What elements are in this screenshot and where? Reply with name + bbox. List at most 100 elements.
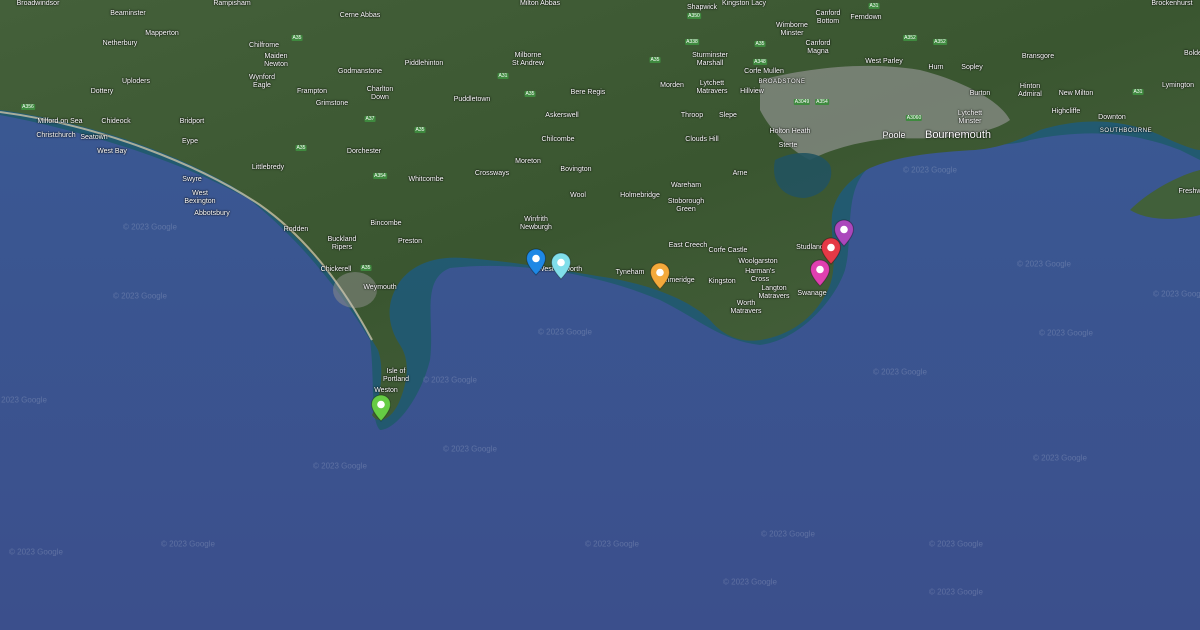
map-watermark: © 2023 Google — [313, 461, 367, 471]
place-label: Abbotsbury — [194, 210, 230, 217]
place-label: Sterte — [778, 142, 798, 149]
place-label: Shapwick — [687, 4, 717, 11]
map-watermark: © 2023 Google — [1033, 453, 1087, 463]
place-label: Brockenhurst — [1151, 0, 1193, 7]
place-label: Clouds Hill — [685, 136, 719, 143]
place-label: Swanage — [797, 290, 827, 297]
place-label: Worth Matravers — [730, 300, 762, 315]
place-label: Hurn — [928, 64, 944, 71]
road-shield: A3060 — [905, 115, 923, 121]
marker-green[interactable] — [370, 394, 392, 422]
road-shield: A348 — [753, 59, 767, 65]
place-label: Hillview — [740, 88, 764, 95]
place-label: Chideock — [101, 118, 131, 125]
place-label: Moreton — [515, 158, 541, 165]
road-shield: A35 — [360, 265, 372, 271]
place-label: Holmebridge — [620, 192, 660, 199]
map-pin-icon — [525, 248, 547, 276]
place-label: Bridport — [179, 118, 205, 125]
road-shield: A354 — [373, 173, 387, 179]
place-label: Seatown — [80, 134, 108, 141]
place-label: New Milton — [1058, 90, 1094, 97]
place-label: Chilfrome — [249, 42, 279, 49]
map-watermark: © 2023 Google — [761, 529, 815, 539]
place-label: Weymouth — [363, 284, 397, 291]
place-label: Langton Matravers — [758, 285, 790, 300]
marker-pink[interactable] — [809, 259, 831, 287]
place-label: West Bay — [97, 148, 127, 155]
road-shield: A352 — [933, 39, 947, 45]
place-label: Uploders — [121, 78, 151, 85]
place-label: Wimborne Minster — [776, 22, 808, 37]
place-label: Throop — [680, 112, 704, 119]
place-label: Corfe Mullen — [744, 68, 784, 75]
map-watermark: © 2023 Google — [1153, 289, 1200, 299]
map-watermark: © 2023 Google — [0, 395, 47, 405]
place-label: Maiden Newton — [264, 53, 288, 68]
place-label: Beaminster — [110, 10, 146, 17]
place-label: Burton — [969, 90, 991, 97]
satellite-map[interactable]: Broadwindsor Beaminster Rampisham Cerne Abb… — [0, 0, 1200, 630]
place-label: Canford Bottom — [815, 10, 841, 25]
place-label: Lytchett Minster — [957, 110, 983, 125]
map-pin-icon — [809, 259, 831, 287]
marker-light-blue[interactable] — [550, 252, 572, 280]
place-label: West Bexington — [184, 190, 216, 205]
place-label: Downton — [1098, 114, 1126, 121]
road-shield: A35 — [295, 145, 307, 151]
place-label: Sturminster Marshall — [692, 52, 728, 67]
place-label: Highcliffe — [1051, 108, 1081, 115]
place-label: Charlton Down — [366, 86, 394, 101]
place-label: West Parley — [865, 58, 903, 65]
place-label: Whitcombe — [408, 176, 444, 183]
place-label: Crossways — [474, 170, 510, 177]
map-watermark: © 2023 Google — [113, 291, 167, 301]
place-label: Buckland Ripers — [327, 236, 357, 251]
place-label: Bovington — [560, 166, 592, 173]
place-label: Winfrith Newburgh — [520, 216, 552, 231]
road-shield: A352 — [903, 35, 917, 41]
place-label: East Creech — [668, 242, 708, 249]
place-label: Piddlehinton — [404, 60, 444, 67]
place-label: BROADSTONE — [758, 79, 806, 85]
place-label: Dorchester — [346, 148, 382, 155]
place-label: Lymington — [1161, 82, 1195, 89]
map-watermark: © 2023 Google — [9, 547, 63, 557]
road-shield: A35 — [754, 41, 766, 47]
place-label: Mapperton — [145, 30, 179, 37]
marker-blue[interactable] — [525, 248, 547, 276]
map-pin-icon — [649, 262, 671, 290]
place-label: Swyre — [182, 176, 202, 183]
place-label: Frampton — [297, 88, 327, 95]
road-shield: A35 — [524, 91, 536, 97]
road-shield: A31 — [1132, 89, 1144, 95]
place-label: Woolgarston — [738, 258, 778, 265]
place-label: Milborne St Andrew — [512, 52, 544, 67]
road-shield: A37 — [364, 116, 376, 122]
map-pin-icon — [550, 252, 572, 280]
place-label: Harman's Cross — [745, 268, 775, 283]
place-label: Bincombe — [370, 220, 402, 227]
place-label: Bournemouth — [924, 129, 992, 141]
map-watermark: © 2023 Google — [1017, 259, 1071, 269]
map-watermark: © 2023 Google — [123, 222, 177, 232]
place-label: Wareham — [670, 182, 702, 189]
place-label: Kingston Lacy — [722, 0, 766, 7]
map-watermark: © 2023 Google — [929, 587, 983, 597]
place-label: Dottery — [90, 88, 114, 95]
map-watermark: © 2023 Google — [1039, 328, 1093, 338]
marker-orange[interactable] — [649, 262, 671, 290]
place-label: Wool — [570, 192, 586, 199]
place-label: Morden — [660, 82, 684, 89]
place-label: Sopley — [961, 64, 983, 71]
place-label: Arne — [732, 170, 748, 177]
road-shield: A31 — [868, 3, 880, 9]
place-label: Milton Abbas — [519, 0, 561, 7]
place-label: Godmanstone — [338, 68, 382, 75]
map-watermark: © 2023 Google — [161, 539, 215, 549]
place-label: Kingston — [708, 278, 736, 285]
place-label: Eype — [182, 138, 198, 145]
place-label: Poole — [882, 130, 906, 140]
road-shield: A356 — [21, 104, 35, 110]
place-label: Bolde — [1184, 50, 1200, 57]
